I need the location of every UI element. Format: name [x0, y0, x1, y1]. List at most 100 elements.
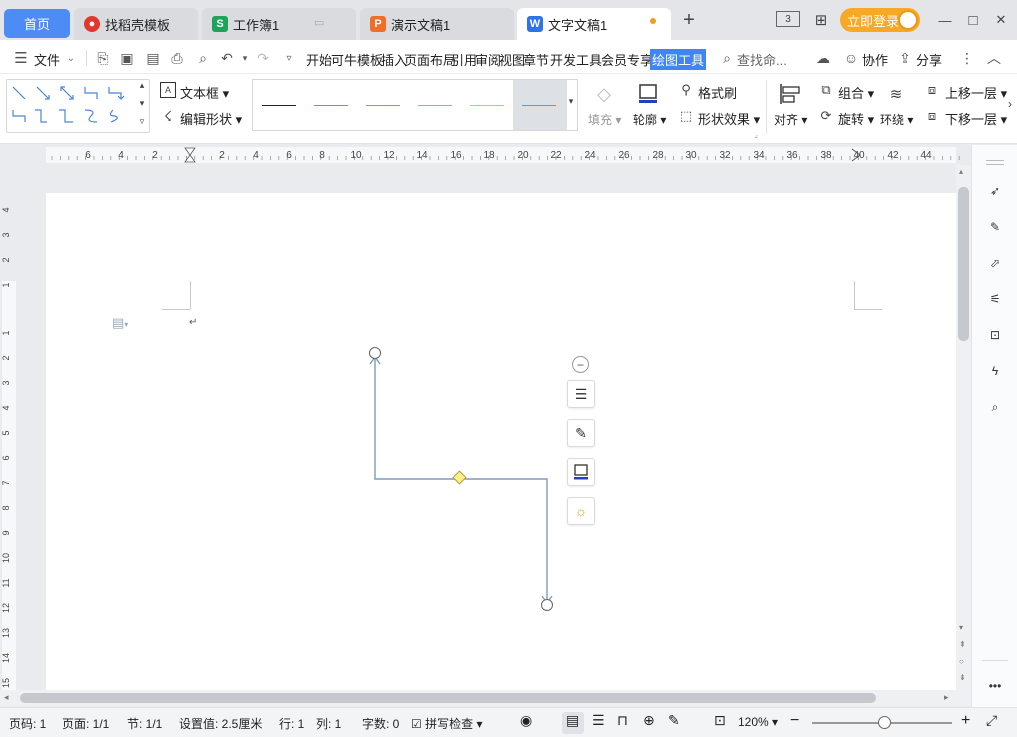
dialog-launcher-icon[interactable]: ⌟	[752, 130, 760, 139]
more-options-icon[interactable]: ⋮	[958, 49, 976, 67]
status-section[interactable]: 节: 1/1	[127, 715, 162, 732]
menu-review[interactable]: 审阅	[475, 50, 501, 69]
zoom-level[interactable]: 120% ▾	[738, 715, 778, 729]
more-dropdown-icon[interactable]: ▿	[280, 49, 298, 67]
zoom-out-button[interactable]: −	[790, 712, 799, 730]
menu-page-layout[interactable]: 页面布局	[404, 50, 456, 69]
line-style-gallery[interactable]	[252, 79, 578, 131]
login-button[interactable]: 立即登录	[840, 8, 920, 32]
redo-icon[interactable]: ↷	[254, 49, 272, 67]
undo-icon[interactable]: ↶	[218, 49, 236, 67]
eye-protection-icon[interactable]: ◉	[520, 712, 532, 729]
page-view-icon[interactable]: ▤	[566, 712, 579, 729]
zoom-slider-thumb[interactable]	[878, 716, 891, 729]
rocket-icon[interactable]: ➶	[984, 180, 1006, 202]
read-mode-icon[interactable]: ⊓	[617, 712, 628, 729]
pen-icon[interactable]: ✎	[984, 216, 1006, 238]
print-preview-icon[interactable]: ⌕	[194, 49, 212, 67]
cloud-file-icon[interactable]: ⎘	[94, 49, 112, 67]
smart-tips-button[interactable]: ☼	[567, 497, 595, 525]
outline-button[interactable]: 轮廓 ▾	[633, 111, 666, 128]
group-button[interactable]: 组合 ▾	[838, 83, 874, 102]
status-setting-value[interactable]: 设置值: 2.5厘米	[179, 715, 262, 732]
line-style-black[interactable]	[253, 80, 305, 130]
vertical-scrollbar[interactable]: ▴ ▾ ⇞ ○ ⇟	[956, 165, 971, 690]
search-icon[interactable]: ⌕	[718, 49, 736, 67]
zoom-in-button[interactable]: +	[961, 712, 970, 730]
fill-bucket-icon[interactable]: ◇	[592, 82, 616, 106]
lightning-icon[interactable]: ϟ	[984, 360, 1006, 382]
share-icon[interactable]: ⇪	[896, 49, 914, 67]
textbox-icon[interactable]: A	[160, 82, 176, 98]
status-row[interactable]: 行: 1	[279, 715, 304, 732]
align-button[interactable]: 对齐 ▾	[774, 111, 807, 128]
tab-home[interactable]: 首页	[4, 9, 70, 38]
horizontal-ruler[interactable]: 6 4 2 2 4 6 8 10 12 14 16 18 20 22 24 26 28 30 32 34 36 38 40 4…	[0, 145, 975, 165]
shape-effect-button[interactable]: 形状效果 ▾	[698, 109, 760, 128]
line-style-gold[interactable]	[461, 80, 513, 130]
collapse-ribbon-icon[interactable]: ︿	[985, 49, 1003, 67]
elbow-connector[interactable]	[46, 193, 956, 693]
undo-dropdown-icon[interactable]: ▾	[236, 49, 254, 67]
collaborate-button[interactable]: 协作	[862, 50, 888, 69]
status-pages[interactable]: 页面: 1/1	[62, 715, 109, 732]
outline-view-icon[interactable]: ☰	[592, 712, 605, 729]
select-browse-icon[interactable]: ○	[959, 657, 964, 666]
more-icon[interactable]: •••	[984, 675, 1006, 697]
edit-shape-button[interactable]: 编辑形状 ▾	[180, 109, 242, 128]
wrap-button[interactable]: 环绕 ▾	[880, 111, 913, 128]
monitor-icon[interactable]: ▭	[314, 16, 324, 29]
menu-view[interactable]: 视图	[499, 50, 525, 69]
share-button[interactable]: 分享	[916, 50, 942, 69]
print-icon[interactable]: ⎙	[168, 49, 186, 67]
scroll-down-arrow-icon[interactable]: ▾	[959, 623, 963, 632]
next-page-icon[interactable]: ⇟	[959, 673, 966, 682]
format-painter-button[interactable]: 格式刷	[698, 83, 737, 102]
chevron-down-icon[interactable]: ⌄	[62, 49, 80, 67]
cloud-sync-icon[interactable]: ☁	[814, 49, 832, 67]
scroll-right-arrow-icon[interactable]: ▸	[944, 692, 949, 703]
prev-page-icon[interactable]: ⇞	[959, 640, 966, 649]
rotate-icon[interactable]: ⟳	[818, 108, 834, 124]
layout-options-button[interactable]: ☰	[567, 380, 595, 408]
scroll-up-icon[interactable]: ▴	[137, 80, 147, 90]
menu-chapter[interactable]: 章节	[523, 50, 549, 69]
line-style-selected[interactable]	[513, 80, 567, 130]
fullscreen-icon[interactable]: ⤢	[986, 712, 997, 729]
textbox-button[interactable]: 文本框 ▾	[180, 83, 229, 102]
apps-grid-icon[interactable]: ⊞	[810, 10, 832, 30]
bring-forward-button[interactable]: 上移一层 ▾	[945, 83, 1007, 102]
scroll-up-arrow-icon[interactable]: ▴	[959, 167, 963, 176]
expand-gallery-icon[interactable]: ▿	[137, 116, 147, 126]
menu-member[interactable]: 会员专享	[601, 50, 653, 69]
send-backward-button[interactable]: 下移一层 ▾	[945, 109, 1007, 128]
scroll-left-arrow-icon[interactable]: ◂	[4, 692, 9, 703]
vertical-scroll-thumb[interactable]	[958, 187, 969, 341]
connector-shape-gallery[interactable]	[6, 79, 150, 133]
status-column[interactable]: 列: 1	[316, 715, 341, 732]
outline-icon[interactable]	[637, 82, 659, 104]
tab-workbook[interactable]: S 工作簿1 ▭	[202, 8, 356, 40]
status-word-count[interactable]: 字数: 0	[362, 715, 399, 732]
rotate-button[interactable]: 旋转 ▾	[838, 109, 874, 128]
menu-dev-tools[interactable]: 开发工具	[550, 50, 602, 69]
book-search-icon[interactable]: ⌕	[984, 396, 1006, 418]
new-tab-button[interactable]: +	[678, 9, 700, 31]
scroll-down-icon[interactable]: ▾	[137, 98, 147, 108]
menu-home[interactable]: 开始	[306, 50, 332, 69]
collapse-toolbar-icon[interactable]: −	[572, 356, 589, 373]
send-backward-icon[interactable]: ⧈	[924, 108, 940, 124]
web-view-icon[interactable]: ⊕	[643, 712, 655, 729]
horizontal-scroll-thumb[interactable]	[20, 693, 876, 703]
edit-shape-icon[interactable]: ☇	[160, 108, 176, 124]
vertical-ruler[interactable]: 4 3 2 1 1 2 3 4 5 6 7 8 9 10 11 12 13 14 15	[0, 165, 18, 690]
menu-references[interactable]: 引用	[451, 50, 477, 69]
bring-forward-icon[interactable]: ⧈	[924, 82, 940, 98]
command-search-input[interactable]: 查找命...	[737, 50, 787, 69]
image-tools-icon[interactable]: ⊡	[984, 324, 1006, 346]
menu-drawing-tools[interactable]: 绘图工具	[650, 49, 707, 70]
ribbon-scroll-right-icon[interactable]: ›	[1004, 96, 1016, 112]
spell-check-button[interactable]: ☑ 拼写检查 ▾	[411, 715, 482, 732]
line-style-orange[interactable]	[357, 80, 409, 130]
maximize-button[interactable]: □	[962, 10, 984, 30]
